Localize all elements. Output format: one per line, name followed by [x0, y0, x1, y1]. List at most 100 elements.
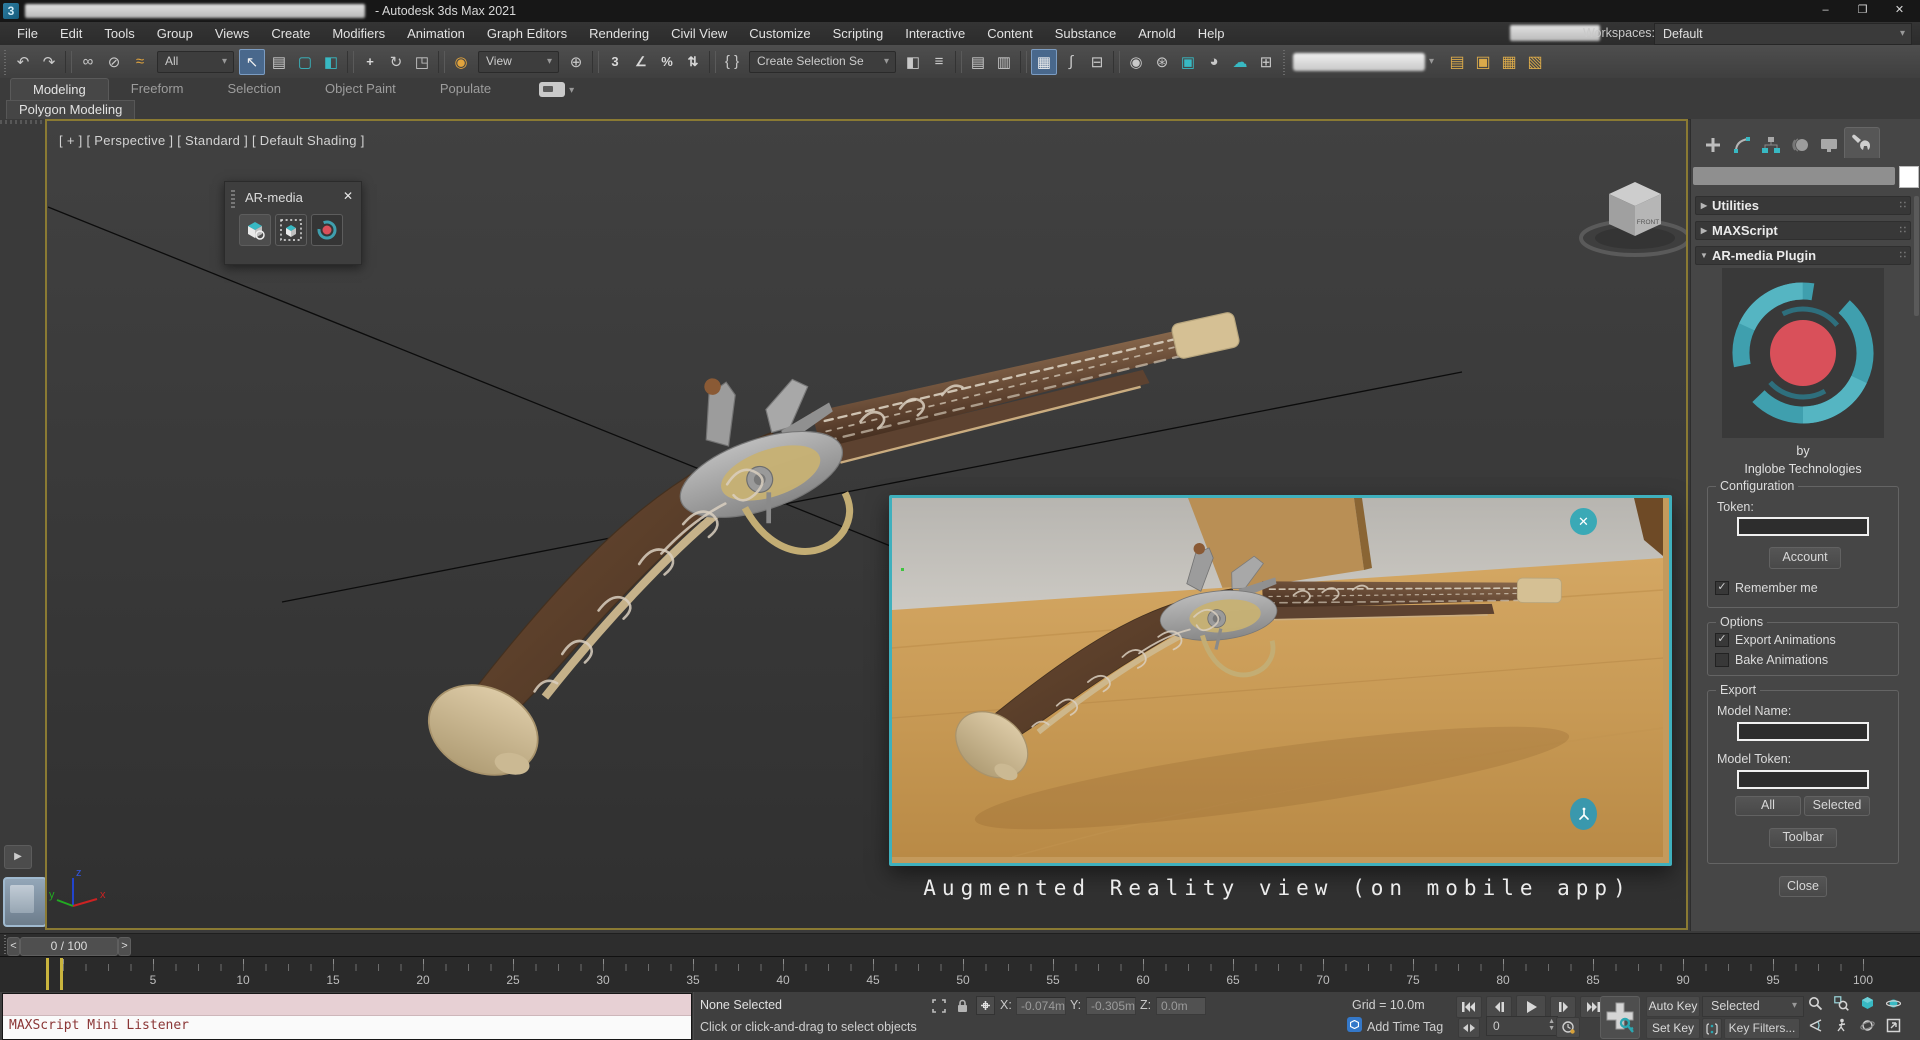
polygon-modeling-tab[interactable]: Polygon Modeling	[6, 100, 135, 120]
select-and-link-icon[interactable]: ∞	[76, 50, 100, 74]
z-value-field[interactable]: 0.0m	[1156, 997, 1206, 1015]
close-plugin-button[interactable]: Close	[1779, 876, 1827, 897]
curve-editor-icon[interactable]: ∫	[1059, 50, 1083, 74]
drag-handle[interactable]	[231, 190, 235, 208]
edit-named-selection-sets-icon[interactable]: { }	[720, 50, 744, 74]
zoom-all-icon[interactable]	[1830, 994, 1852, 1012]
select-object-icon[interactable]: ↖	[239, 49, 265, 75]
snaps-toggle-icon[interactable]: 3	[603, 50, 627, 74]
menu-item[interactable]: Rendering	[578, 22, 660, 45]
window-crossing-icon[interactable]: ◧	[319, 50, 343, 74]
checkbox-checked-icon[interactable]: ✓	[1715, 581, 1729, 595]
menu-item[interactable]: Tools	[93, 22, 145, 45]
schematic-view-icon[interactable]: ⊟	[1085, 50, 1109, 74]
undo-icon[interactable]: ↶	[11, 50, 35, 74]
time-slider-handle[interactable]: 0 / 100	[20, 937, 118, 956]
set-key-button[interactable]: Set Key	[1646, 1018, 1700, 1039]
remember-me-row[interactable]: ✓ Remember me	[1715, 581, 1818, 595]
manage-scene-states-icon[interactable]: ▤	[1445, 50, 1469, 74]
align-icon[interactable]: ≡	[927, 50, 951, 74]
key-mode-toggle[interactable]	[1458, 1018, 1480, 1038]
separator[interactable]	[65, 51, 72, 73]
isolate-selection-icon[interactable]	[930, 997, 948, 1015]
separator[interactable]	[592, 51, 599, 73]
listener-macro-row[interactable]	[3, 994, 691, 1016]
menu-item[interactable]: Modifiers	[321, 22, 396, 45]
toolbar-grip[interactable]	[2, 49, 8, 75]
keyable-icons-button[interactable]	[1702, 1018, 1722, 1039]
modify-tab[interactable]	[1728, 132, 1756, 158]
menu-item[interactable]: Scripting	[822, 22, 895, 45]
menu-item[interactable]: Create	[260, 22, 321, 45]
armedia-export-selected-button[interactable]	[275, 214, 307, 246]
zoom-icon[interactable]	[1804, 994, 1826, 1012]
menu-item[interactable]: Content	[976, 22, 1044, 45]
saved-scene-explorers-icon[interactable]: ▦	[1497, 50, 1521, 74]
create-tab[interactable]	[1699, 132, 1727, 158]
color-swatch[interactable]	[1899, 166, 1919, 188]
separator[interactable]	[347, 51, 354, 73]
reference-coordinate-dropdown[interactable]: View▾	[478, 51, 559, 73]
checkbox-unchecked-icon[interactable]	[1715, 653, 1729, 667]
panel-field[interactable]	[1693, 167, 1895, 185]
selection-set-dropdown[interactable]: Selected ▾	[1702, 996, 1804, 1017]
viewport-label[interactable]: [ + ] [ Perspective ] [ Standard ] [ Def…	[59, 133, 365, 148]
select-and-rotate-icon[interactable]: ↻	[384, 50, 408, 74]
set-keys-button[interactable]	[1600, 996, 1640, 1039]
selection-lock-icon[interactable]	[953, 997, 971, 1015]
select-and-place-icon[interactable]: ◉	[449, 50, 473, 74]
listener-text[interactable]: MAXScript Mini Listener	[3, 1016, 691, 1040]
armedia-plugin-panel-button[interactable]	[311, 214, 343, 246]
go-to-start-button[interactable]	[1456, 996, 1482, 1018]
field-of-view-icon[interactable]	[1804, 1016, 1826, 1034]
separator[interactable]	[709, 51, 716, 73]
orbit-icon[interactable]	[1882, 994, 1904, 1012]
export-all-button[interactable]: All	[1735, 796, 1801, 816]
menu-item[interactable]: Group	[146, 22, 204, 45]
menu-item[interactable]: File	[6, 22, 49, 45]
ribbon-tab[interactable]: Selection	[206, 78, 303, 100]
select-and-scale-icon[interactable]: ◳	[410, 50, 434, 74]
toggle-ribbon-icon[interactable]: ▦	[1031, 49, 1057, 75]
armedia-floating-toolbar[interactable]: AR-media ✕	[224, 181, 362, 265]
current-frame-field[interactable]: 0 ▲▼	[1486, 1016, 1558, 1036]
render-production-icon[interactable]: ◕	[1202, 50, 1226, 74]
export-animations-row[interactable]: ✓ Export Animations	[1715, 633, 1836, 647]
current-frame-marker[interactable]	[46, 958, 63, 990]
asset-library-icon[interactable]: ⊞	[1254, 50, 1278, 74]
ribbon-tab[interactable]: Modeling	[10, 78, 109, 100]
display-tab[interactable]	[1815, 132, 1843, 158]
close-icon[interactable]: ✕	[343, 189, 353, 203]
unlink-selection-icon[interactable]: ⊘	[102, 50, 126, 74]
render-in-cloud-icon[interactable]: ☁	[1228, 50, 1252, 74]
ribbon-tab[interactable]: Populate	[418, 78, 513, 100]
workspaces-dropdown[interactable]: Default ▾	[1654, 23, 1912, 45]
account-button[interactable]: Account	[1769, 547, 1841, 569]
new-scene-explorer-icon[interactable]: ▣	[1471, 50, 1495, 74]
ribbon-tab[interactable]: Object Paint	[303, 78, 418, 100]
percent-snap-icon[interactable]: %	[655, 50, 679, 74]
spinner-arrows-icon[interactable]: ▲▼	[1548, 1018, 1555, 1032]
maximize-viewport-icon[interactable]	[1882, 1016, 1904, 1034]
rollout-header[interactable]: ▼ AR-media Plugin ∷	[1695, 246, 1911, 265]
bake-animations-row[interactable]: Bake Animations	[1715, 653, 1828, 667]
maximize-button[interactable]: ❐	[1844, 0, 1881, 21]
panel-scrollbar[interactable]	[1914, 196, 1919, 316]
select-by-name-icon[interactable]: ▤	[267, 50, 291, 74]
spinner-snap-icon[interactable]: ⇅	[681, 50, 705, 74]
use-pivot-point-icon[interactable]: ⊕	[564, 50, 588, 74]
next-frame-button[interactable]	[1550, 996, 1576, 1018]
maxscript-mini-listener[interactable]: MAXScript Mini Listener	[2, 993, 692, 1040]
menu-item[interactable]: Civil View	[660, 22, 738, 45]
select-and-move-icon[interactable]: +	[358, 50, 382, 74]
previous-frame-button[interactable]	[1486, 996, 1512, 1018]
ribbon-tab[interactable]: Freeform	[109, 78, 206, 100]
angle-snap-icon[interactable]: ∠	[629, 50, 653, 74]
model-token-input[interactable]	[1737, 770, 1869, 789]
manage-layers-icon[interactable]: ▧	[1523, 50, 1547, 74]
time-tag-icon[interactable]	[1347, 1017, 1362, 1032]
render-setup-icon[interactable]: ⊛	[1150, 50, 1174, 74]
mirror-icon[interactable]: ◧	[901, 50, 925, 74]
ribbon-config-icon[interactable]	[539, 82, 565, 97]
auto-key-button[interactable]: Auto Key	[1646, 996, 1700, 1017]
